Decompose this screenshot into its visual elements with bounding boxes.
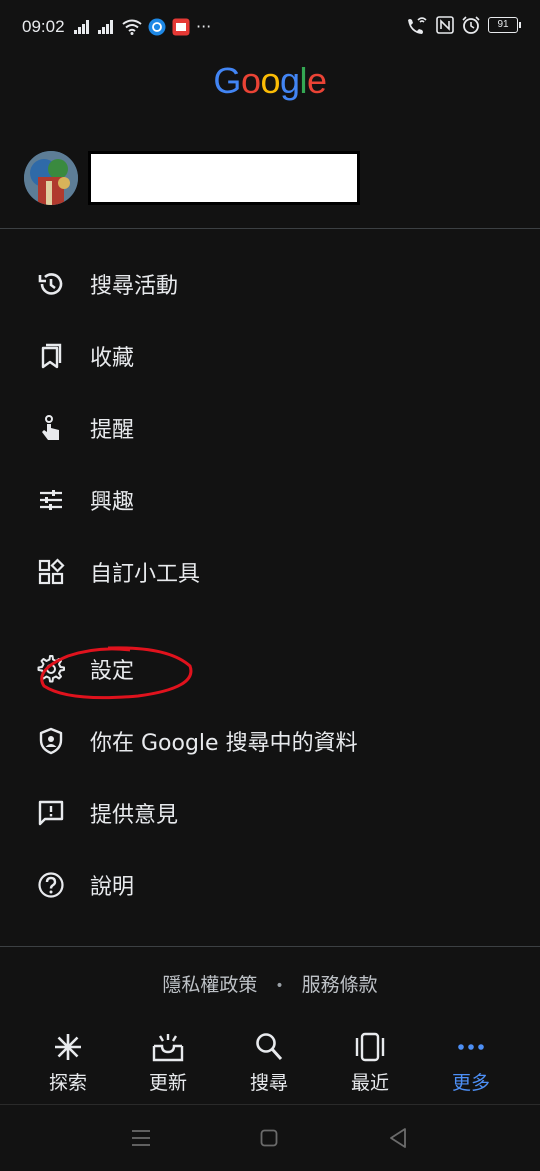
menu-item-label: 搜尋活動 — [90, 274, 179, 299]
menu-item-help[interactable]: 說明 — [0, 854, 540, 916]
avatar[interactable] — [24, 151, 78, 205]
google-logo: Google — [0, 60, 540, 102]
nav-tab-updates[interactable]: 更新 — [118, 1026, 218, 1102]
nav-tab-search[interactable]: 搜尋 — [219, 1026, 319, 1102]
menu-item-settings[interactable]: 設定 — [0, 638, 540, 700]
recents-icon — [355, 1032, 385, 1062]
menu-item-label: 提供意見 — [90, 803, 179, 828]
terms-of-service-link[interactable]: 服務條款 — [302, 974, 378, 996]
nav-label: 更新 — [148, 1072, 187, 1094]
reminder-icon — [42, 415, 59, 440]
more-icon — [458, 1044, 484, 1050]
discover-icon — [55, 1034, 81, 1060]
feedback-icon — [38, 800, 64, 826]
system-nav-bar — [0, 1104, 540, 1171]
back-icon[interactable] — [388, 1127, 408, 1149]
account-name-redacted — [88, 151, 360, 205]
history-icon — [38, 273, 63, 295]
status-time: 09:02 — [22, 17, 65, 36]
menu-item-search-activity[interactable]: 搜尋活動 — [0, 253, 540, 315]
nav-tab-more[interactable]: 更多 — [421, 1026, 521, 1102]
signal-icon — [98, 19, 116, 34]
tune-icon — [40, 490, 62, 510]
nav-tab-recents[interactable]: 最近 — [320, 1026, 420, 1102]
bottom-nav: 探索 更新 搜尋 最近 更多 — [0, 1026, 540, 1102]
bookmarks-icon — [41, 343, 62, 369]
logo-letter-e: e — [307, 60, 327, 101]
nav-label: 最近 — [350, 1072, 389, 1094]
nav-label: 搜尋 — [249, 1072, 288, 1094]
status-right-icons: 91 — [406, 16, 521, 34]
wifi-icon — [122, 19, 142, 35]
more-notifications-icon: ··· — [196, 17, 212, 36]
menu-icon[interactable] — [131, 1129, 151, 1147]
home-icon[interactable] — [260, 1129, 278, 1147]
menu-item-label: 提醒 — [90, 418, 135, 443]
menu-item-reminders[interactable]: 提醒 — [0, 397, 540, 459]
menu-item-label: 你在 Google 搜尋中的資料 — [90, 731, 358, 756]
nav-label: 探索 — [48, 1072, 87, 1094]
menu-item-collections[interactable]: 收藏 — [0, 325, 540, 387]
privacy-shield-icon — [39, 727, 63, 755]
status-bar: 09:02 ··· 91 — [0, 0, 540, 56]
logo-letter-g1: G — [213, 60, 241, 101]
menu-item-label: 興趣 — [90, 490, 135, 515]
logo-letter-o2: o — [260, 60, 280, 101]
signal-icon — [74, 19, 92, 34]
menu-item-feedback[interactable]: 提供意見 — [0, 782, 540, 844]
account-row[interactable] — [0, 148, 540, 228]
nav-tab-discover[interactable]: 探索 — [18, 1026, 118, 1102]
logo-letter-l: l — [299, 60, 308, 101]
help-icon — [38, 872, 64, 898]
logo-letter-g2: g — [280, 60, 300, 101]
menu-item-interests[interactable]: 興趣 — [0, 469, 540, 531]
gear-icon — [37, 655, 65, 683]
status-left-icons: ··· — [74, 17, 211, 36]
privacy-policy-link[interactable]: 隱私權政策 — [162, 974, 257, 996]
nfc-icon — [436, 16, 454, 34]
menu-item-label: 說明 — [90, 875, 135, 900]
search-icon — [256, 1033, 283, 1061]
footer-links: 隱私權政策 • 服務條款 — [0, 970, 540, 997]
nav-label: 更多 — [451, 1072, 490, 1094]
widgets-icon — [38, 558, 65, 585]
divider — [0, 228, 540, 229]
wifi-calling-icon — [408, 17, 427, 34]
footer-separator: • — [275, 977, 284, 994]
menu-item-label: 設定 — [90, 659, 135, 684]
battery-icon: 91 — [488, 17, 521, 33]
menu-item-label: 自訂小工具 — [90, 562, 201, 587]
menu-item-your-data[interactable]: 你在 Google 搜尋中的資料 — [0, 710, 540, 772]
updates-icon — [152, 1034, 184, 1062]
logo-letter-o1: o — [240, 60, 261, 101]
app-notification-icon — [172, 18, 190, 35]
menu-item-custom-widgets[interactable]: 自訂小工具 — [0, 541, 540, 603]
app-notification-icon — [148, 18, 166, 35]
menu-item-label: 收藏 — [90, 346, 135, 371]
divider — [0, 946, 540, 947]
alarm-icon — [462, 16, 480, 34]
